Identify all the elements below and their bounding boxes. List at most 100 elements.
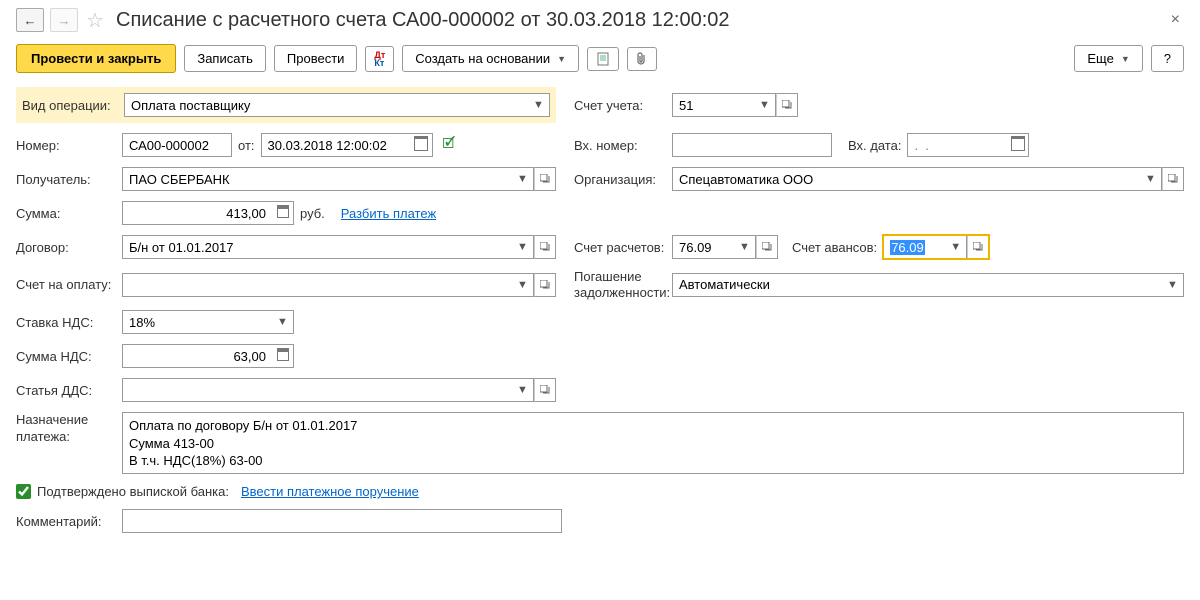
cashflow-label: Статья ДДС: [16, 383, 116, 398]
nav-forward-button: → [50, 8, 78, 32]
account-label: Счет учета: [574, 98, 666, 113]
operation-type-dropdown[interactable]: ▼ [528, 93, 550, 117]
sum-label: Сумма: [16, 206, 116, 221]
account-dropdown[interactable]: ▼ [754, 93, 776, 117]
incoming-number-input[interactable] [672, 133, 832, 157]
save-button[interactable]: Записать [184, 45, 266, 72]
calendar-icon [414, 136, 428, 154]
incoming-date-label: Вх. дата: [848, 138, 901, 153]
organization-label: Организация: [574, 172, 666, 187]
nav-back-button[interactable]: ← [16, 8, 44, 32]
vat-rate-dropdown[interactable]: ▼ [272, 310, 294, 334]
status-ok-icon: 🗹 [443, 133, 456, 157]
vat-sum-input[interactable] [122, 344, 272, 368]
settlement-account-dropdown[interactable]: ▼ [734, 235, 756, 259]
cashflow-input[interactable] [122, 378, 512, 402]
date-calendar[interactable] [411, 133, 433, 157]
vat-sum-calc[interactable] [272, 344, 294, 368]
number-input[interactable] [122, 133, 232, 157]
report-icon [596, 52, 610, 66]
incoming-date-input[interactable] [907, 133, 1007, 157]
settlement-account-input[interactable] [672, 235, 734, 259]
operation-type-label: Вид операции: [22, 98, 118, 113]
sum-calc[interactable] [272, 201, 294, 225]
post-button[interactable]: Провести [274, 45, 358, 72]
split-payment-link[interactable]: Разбить платеж [341, 206, 436, 221]
arrow-right-icon: → [58, 13, 71, 28]
sum-input[interactable] [122, 201, 272, 225]
organization-dropdown[interactable]: ▼ [1140, 167, 1162, 191]
dtkt-icon: ДтКт [374, 51, 385, 67]
account-open[interactable] [776, 93, 798, 117]
page-title: Списание с расчетного счета СА00-000002 … [116, 9, 730, 32]
help-button[interactable]: ? [1151, 45, 1184, 72]
open-icon [540, 385, 550, 395]
contract-label: Договор: [16, 240, 116, 255]
debt-repayment-dropdown[interactable]: ▼ [1162, 273, 1184, 297]
contract-input[interactable] [122, 235, 512, 259]
calendar-icon [1011, 136, 1025, 154]
vat-sum-label: Сумма НДС: [16, 349, 116, 364]
favorite-star-icon[interactable]: ☆ [84, 9, 106, 31]
open-icon [540, 280, 550, 290]
invoice-dropdown[interactable]: ▼ [512, 273, 534, 297]
create-based-on-button[interactable]: Создать на основании ▼ [402, 45, 579, 72]
incoming-date-calendar[interactable] [1007, 133, 1029, 157]
comment-input[interactable] [122, 509, 562, 533]
open-icon [782, 100, 792, 110]
date-input[interactable] [261, 133, 411, 157]
open-icon [540, 242, 550, 252]
report-button[interactable] [587, 47, 619, 71]
advance-account-dropdown[interactable]: ▼ [945, 235, 967, 259]
recipient-open[interactable] [534, 167, 556, 191]
open-icon [540, 174, 550, 184]
attach-button[interactable] [627, 47, 657, 71]
confirmed-checkbox[interactable] [16, 484, 31, 499]
debt-repayment-input[interactable] [672, 273, 1162, 297]
open-icon [1168, 174, 1178, 184]
vat-rate-input[interactable] [122, 310, 272, 334]
recipient-dropdown[interactable]: ▼ [512, 167, 534, 191]
invoice-label: Счет на оплату: [16, 277, 116, 292]
number-label: Номер: [16, 138, 116, 153]
advance-account-open[interactable] [967, 235, 989, 259]
enter-payment-order-link[interactable]: Ввести платежное поручение [241, 484, 419, 499]
contract-dropdown[interactable]: ▼ [512, 235, 534, 259]
recipient-input[interactable] [122, 167, 512, 191]
vat-rate-label: Ставка НДС: [16, 315, 116, 330]
paperclip-icon [636, 52, 648, 66]
organization-input[interactable] [672, 167, 1140, 191]
close-button[interactable]: × [1167, 11, 1184, 29]
advance-account-label: Счет авансов: [792, 240, 877, 255]
comment-label: Комментарий: [16, 514, 116, 529]
cashflow-dropdown[interactable]: ▼ [512, 378, 534, 402]
calculator-icon [277, 205, 289, 221]
open-icon [762, 242, 772, 252]
account-input[interactable] [672, 93, 754, 117]
confirmed-label: Подтверждено выпиской банка: [37, 484, 229, 499]
operation-type-input[interactable] [124, 93, 528, 117]
payment-purpose-label: Назначение платежа: [16, 412, 116, 446]
from-label: от: [238, 138, 255, 153]
recipient-label: Получатель: [16, 172, 116, 187]
movements-button[interactable]: ДтКт [365, 46, 394, 72]
advance-account-value: 76.09 [890, 240, 925, 255]
more-button[interactable]: Еще ▼ [1074, 45, 1142, 72]
chevron-down-icon: ▼ [557, 54, 566, 64]
organization-open[interactable] [1162, 167, 1184, 191]
payment-purpose-textarea[interactable] [122, 412, 1184, 474]
settlement-account-label: Счет расчетов: [574, 240, 666, 255]
more-label: Еще [1087, 51, 1113, 66]
advance-account-input[interactable]: 76.09 [883, 235, 945, 259]
open-icon [973, 242, 983, 252]
incoming-number-label: Вх. номер: [574, 138, 666, 153]
contract-open[interactable] [534, 235, 556, 259]
chevron-down-icon: ▼ [1121, 54, 1130, 64]
settlement-account-open[interactable] [756, 235, 778, 259]
create-based-on-label: Создать на основании [415, 51, 550, 66]
post-and-close-button[interactable]: Провести и закрыть [16, 44, 176, 73]
invoice-input[interactable] [122, 273, 512, 297]
debt-repayment-label: Погашение задолженности: [574, 269, 666, 300]
invoice-open[interactable] [534, 273, 556, 297]
cashflow-open[interactable] [534, 378, 556, 402]
